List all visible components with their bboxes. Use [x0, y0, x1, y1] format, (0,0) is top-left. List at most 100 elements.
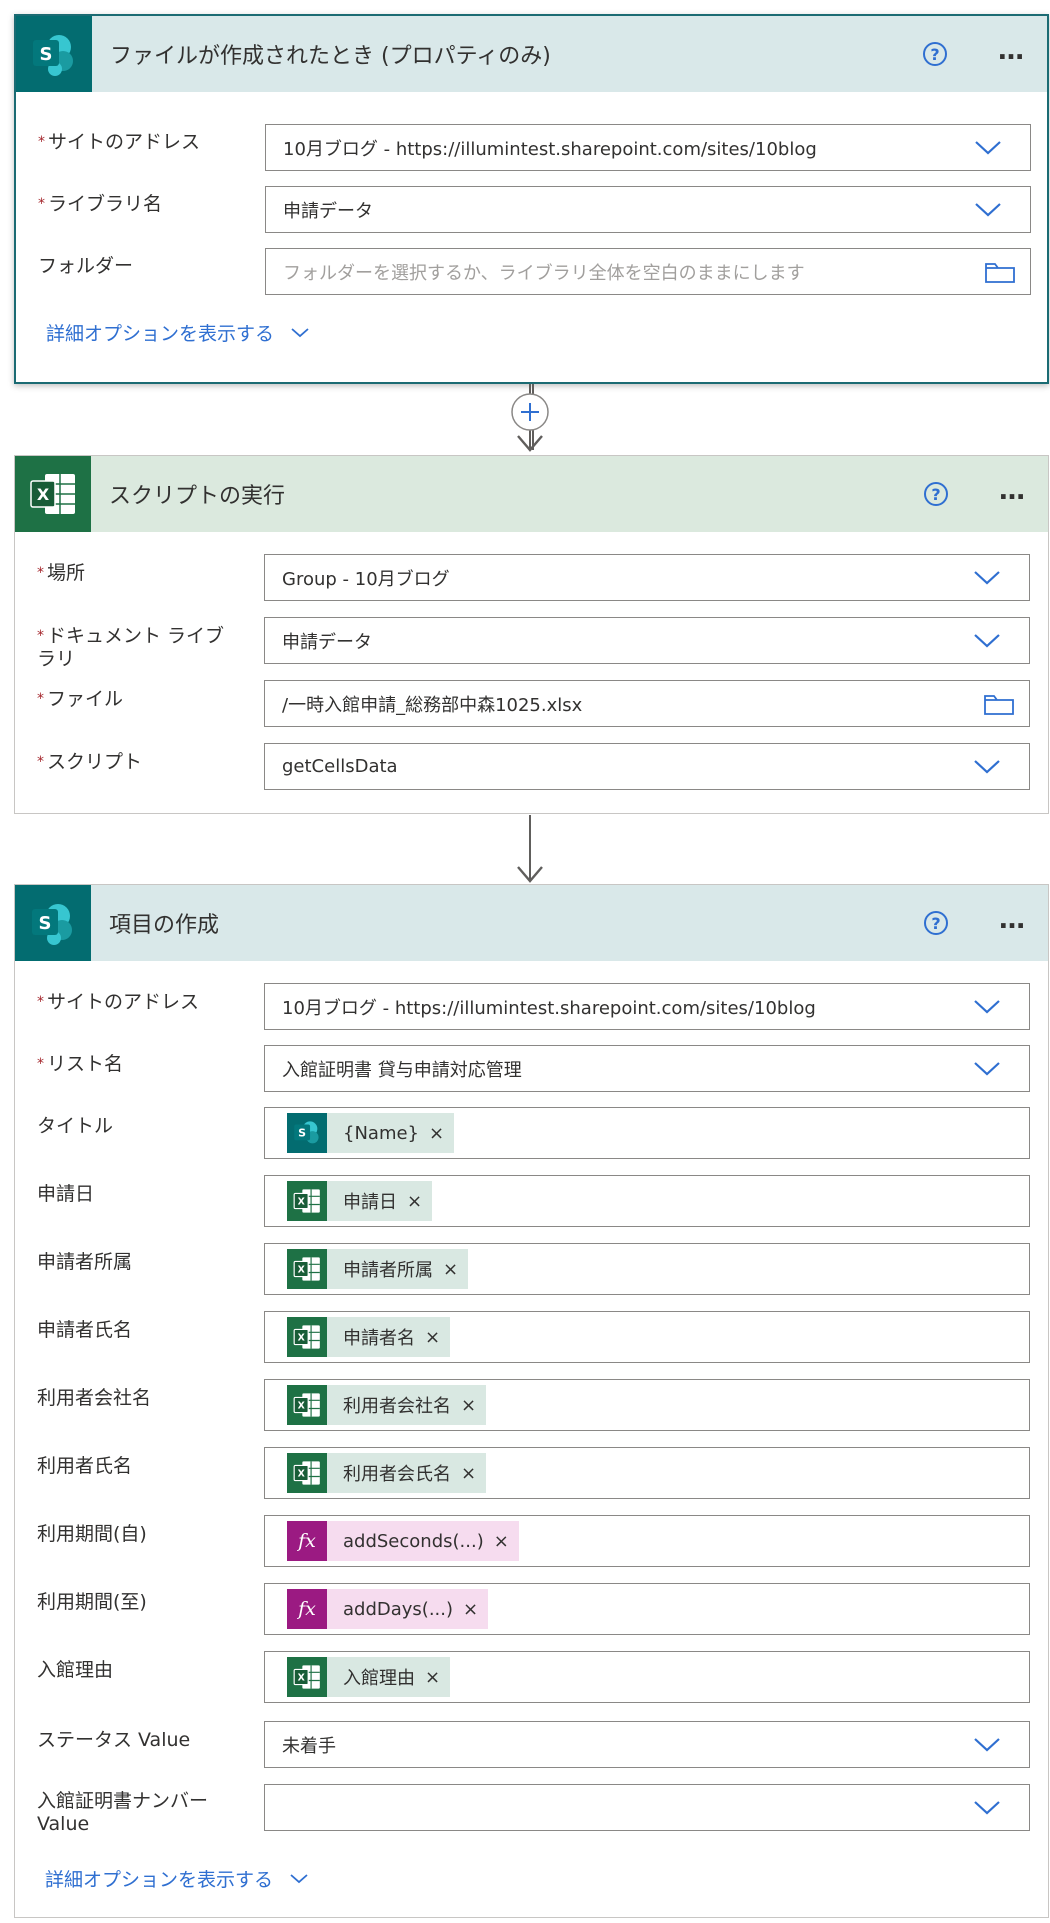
remove-token-icon[interactable]: × — [429, 1123, 444, 1144]
apply-date-input[interactable]: X 申請日 × — [264, 1175, 1030, 1227]
help-icon[interactable]: ? — [923, 42, 947, 66]
location-value: Group - 10月ブログ — [282, 568, 450, 590]
script-label: * スクリプト — [37, 751, 143, 773]
cert-number-dropdown[interactable] — [264, 1784, 1030, 1831]
remove-token-icon[interactable]: × — [461, 1395, 476, 1416]
status-dropdown[interactable]: 未着手 — [264, 1721, 1030, 1768]
create-item-title: 項目の作成 — [109, 913, 220, 938]
location-label: * 場所 — [37, 562, 86, 584]
title-input[interactable]: S {Name} × — [264, 1107, 1030, 1159]
period-to-label: 利用期間(至) — [37, 1591, 147, 1613]
svg-text:S: S — [298, 1127, 306, 1140]
chevron-down-icon[interactable] — [973, 1061, 1001, 1077]
location-dropdown[interactable]: Group - 10月ブログ — [264, 554, 1030, 601]
site-address-dropdown[interactable]: 10月ブログ - https://illumintest.sharepoint.… — [264, 983, 1030, 1030]
more-options-icon[interactable]: … — [998, 36, 1027, 66]
period-from-input[interactable]: fx addSeconds(...) × — [264, 1515, 1030, 1567]
remove-token-icon[interactable]: × — [461, 1463, 476, 1484]
applicant-name-input[interactable]: X 申請者名 × — [264, 1311, 1030, 1363]
help-icon[interactable]: ? — [924, 482, 948, 506]
remove-token-icon[interactable]: × — [463, 1599, 478, 1620]
library-dropdown[interactable]: 申請データ — [265, 186, 1031, 233]
more-options-icon[interactable]: … — [999, 476, 1028, 506]
remove-token-icon[interactable]: × — [425, 1667, 440, 1688]
svg-text:X: X — [298, 1197, 305, 1208]
svg-text:X: X — [298, 1673, 305, 1684]
svg-text:S: S — [40, 44, 53, 65]
list-name-dropdown[interactable]: 入館証明書 貸与申請対応管理 — [264, 1045, 1030, 1092]
sharepoint-icon: S — [15, 885, 91, 961]
file-input[interactable]: /一時入館申請_総務部中森1025.xlsx — [264, 680, 1030, 727]
script-dropdown[interactable]: getCellsData — [264, 743, 1030, 790]
excel-icon: X — [15, 456, 91, 532]
expression-token[interactable]: fx addDays(...) × — [287, 1589, 489, 1629]
excel-icon: X — [287, 1385, 327, 1425]
help-icon[interactable]: ? — [924, 911, 948, 935]
run-script-header[interactable]: X スクリプトの実行 ? … — [15, 456, 1048, 532]
user-company-label: 利用者会社名 — [37, 1387, 152, 1409]
apply-date-label: 申請日 — [37, 1183, 95, 1205]
chevron-down-icon[interactable] — [973, 999, 1001, 1015]
excel-icon: X — [287, 1317, 327, 1357]
remove-token-icon[interactable]: × — [494, 1531, 509, 1552]
run-script-card: X スクリプトの実行 ? … * 場所 Group - 10月ブログ * ドキュメン… — [14, 455, 1049, 814]
reason-input[interactable]: X 入館理由 × — [264, 1651, 1030, 1703]
period-from-label: 利用期間(自) — [37, 1523, 147, 1545]
list-name-value: 入館証明書 貸与申請対応管理 — [282, 1059, 522, 1081]
dynamic-content-token[interactable]: X 申請者所属 × — [287, 1249, 469, 1289]
chevron-down-icon[interactable] — [973, 1800, 1001, 1816]
doclib-label: * ドキュメント ライブラリ — [37, 625, 225, 670]
cert-number-label: 入館証明書ナンバー Value — [37, 1790, 209, 1835]
connector-arrow — [517, 815, 543, 883]
chevron-down-icon[interactable] — [973, 759, 1001, 775]
file-label: * ファイル — [37, 688, 124, 710]
doclib-value: 申請データ — [282, 631, 372, 653]
doclib-dropdown[interactable]: 申請データ — [264, 617, 1030, 664]
applicant-dept-input[interactable]: X 申請者所属 × — [264, 1243, 1030, 1295]
user-company-input[interactable]: X 利用者会社名 × — [264, 1379, 1030, 1431]
create-item-header[interactable]: S 項目の作成 ? … — [15, 885, 1048, 961]
show-advanced-options-link[interactable]: 詳細オプションを表示する — [45, 1865, 309, 1892]
chevron-down-icon[interactable] — [973, 1737, 1001, 1753]
chevron-down-icon[interactable] — [974, 202, 1002, 218]
dynamic-content-token[interactable]: X 利用者会社名 × — [287, 1385, 487, 1425]
chevron-down-icon[interactable] — [973, 570, 1001, 586]
trigger-title: ファイルが作成されたとき (プロパティのみ) — [110, 44, 551, 69]
dynamic-content-token[interactable]: X 入館理由 × — [287, 1657, 451, 1697]
file-value: /一時入館申請_総務部中森1025.xlsx — [282, 694, 583, 716]
excel-icon: X — [287, 1181, 327, 1221]
trigger-card: S ファイルが作成されたとき (プロパティのみ) ? … * サイトのアドレス 1… — [14, 14, 1049, 384]
excel-icon: X — [287, 1657, 327, 1697]
site-label: * サイトのアドレス — [38, 131, 201, 153]
folder-icon[interactable] — [983, 692, 1015, 716]
chevron-down-icon[interactable] — [974, 140, 1002, 156]
folder-icon[interactable] — [984, 260, 1016, 284]
site-address-value: 10月ブログ - https://illumintest.sharepoint.… — [282, 997, 816, 1019]
trigger-header[interactable]: S ファイルが作成されたとき (プロパティのみ) ? … — [16, 16, 1047, 92]
remove-token-icon[interactable]: × — [407, 1191, 422, 1212]
chevron-down-icon[interactable] — [973, 633, 1001, 649]
dynamic-content-token[interactable]: X 申請者名 × — [287, 1317, 451, 1357]
function-icon: fx — [287, 1521, 327, 1561]
more-options-icon[interactable]: … — [999, 905, 1028, 935]
sharepoint-icon: S — [287, 1113, 327, 1153]
excel-icon: X — [287, 1453, 327, 1493]
period-to-input[interactable]: fx addDays(...) × — [264, 1583, 1030, 1635]
dynamic-content-token[interactable]: X 利用者会氏名 × — [287, 1453, 487, 1493]
site-address-dropdown[interactable]: 10月ブログ - https://illumintest.sharepoint.… — [265, 124, 1031, 171]
show-advanced-options-link[interactable]: 詳細オプションを表示する — [46, 319, 310, 346]
svg-text:S: S — [39, 913, 52, 934]
user-name-input[interactable]: X 利用者会氏名 × — [264, 1447, 1030, 1499]
excel-icon: X — [287, 1249, 327, 1289]
remove-token-icon[interactable]: × — [425, 1327, 440, 1348]
remove-token-icon[interactable]: × — [443, 1259, 458, 1280]
folder-input[interactable]: フォルダーを選択するか、ライブラリ全体を空白のままにします — [265, 248, 1031, 295]
function-icon: fx — [287, 1589, 327, 1629]
dynamic-content-token[interactable]: S {Name} × — [287, 1113, 455, 1153]
user-name-label: 利用者氏名 — [37, 1455, 133, 1477]
library-value: 申請データ — [283, 200, 373, 222]
applicant-name-label: 申請者氏名 — [37, 1319, 133, 1341]
chevron-down-icon — [291, 327, 309, 337]
dynamic-content-token[interactable]: X 申請日 × — [287, 1181, 433, 1221]
expression-token[interactable]: fx addSeconds(...) × — [287, 1521, 519, 1561]
